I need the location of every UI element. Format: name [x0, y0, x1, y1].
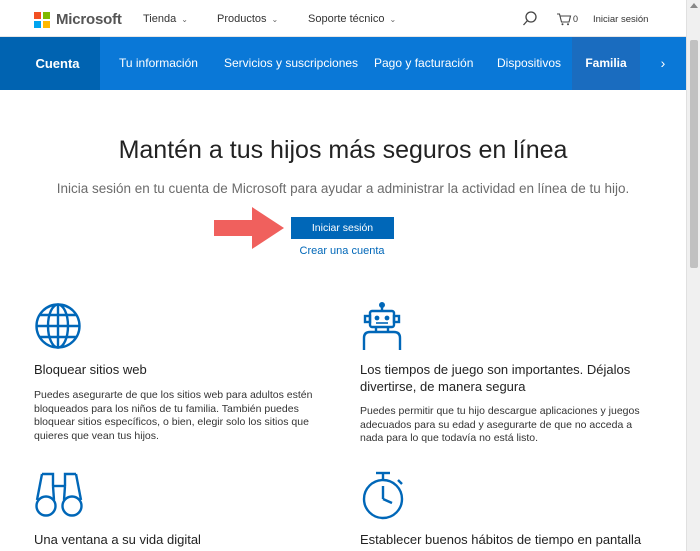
nav-soporte[interactable]: Soporte técnico ⌄ [308, 13, 396, 25]
signin-button[interactable]: Iniciar sesión [291, 217, 394, 239]
binoculars-icon [35, 472, 83, 517]
feature-title: Una ventana a su vida digital [34, 532, 201, 547]
chevron-down-icon: ⌄ [271, 14, 279, 24]
feature-description: Puedes permitir que tu hijo descargue ap… [360, 405, 640, 446]
top-header: Microsoft Tienda ⌄ Productos ⌄ Soporte t… [0, 0, 686, 37]
search-icon[interactable] [521, 10, 539, 28]
header-signin-link[interactable]: Iniciar sesión [593, 14, 648, 25]
brand-name: Microsoft [56, 11, 122, 28]
nav-label: Productos [217, 13, 267, 25]
feature-line: adecuados para su edad y asegurarte de q… [360, 418, 633, 431]
chevron-right-icon[interactable]: › [640, 37, 686, 90]
cart-count: 0 [573, 14, 579, 24]
tab-familia[interactable]: Familia [572, 37, 640, 90]
nav-tienda[interactable]: Tienda ⌄ [143, 13, 188, 25]
feature-line: quieres que vean tus hijos. [34, 429, 159, 442]
scroll-thumb[interactable] [690, 40, 698, 268]
chevron-down-icon: ⌄ [389, 14, 397, 24]
vertical-scrollbar[interactable] [686, 0, 700, 551]
tab-tu-informacion[interactable]: Tu información [119, 37, 198, 90]
stopwatch-icon [362, 471, 404, 520]
page-subtitle: Inicia sesión en tu cuenta de Microsoft … [56, 181, 630, 196]
cart-icon[interactable] [556, 12, 572, 26]
feature-line: bloqueados para los niños de tu familia.… [34, 402, 299, 415]
create-account-link[interactable]: Crear una cuenta [0, 245, 686, 257]
feature-title: Los tiempos de juego son importantes. Dé… [360, 361, 630, 395]
feature-title-line: divertirse, de manera segura [360, 379, 526, 394]
windows-logo-icon [34, 11, 50, 28]
feature-title-line: Los tiempos de juego son importantes. Dé… [360, 362, 631, 377]
feature-title: Bloquear sitios web [34, 362, 147, 377]
tab-pago[interactable]: Pago y facturación [374, 37, 473, 90]
account-nav: Cuenta Tu información Servicios y suscri… [0, 37, 686, 90]
globe-icon [35, 303, 81, 349]
feature-line: nada para lo que todavía no está listo. [360, 432, 539, 444]
tab-servicios[interactable]: Servicios y suscripciones [224, 37, 358, 90]
account-home-link[interactable]: Cuenta [0, 37, 100, 90]
robot-icon [362, 302, 402, 350]
nav-label: Soporte técnico [308, 13, 385, 25]
feature-description: Puedes asegurarte de que los sitios web … [34, 389, 312, 443]
page-title: Mantén a tus hijos más seguros en línea [118, 136, 568, 164]
feature-line: Puedes permitir que tu hijo descargue ap… [360, 405, 640, 417]
chevron-down-icon: ⌄ [181, 14, 188, 24]
scroll-up-arrow-icon[interactable] [690, 3, 698, 8]
nav-productos[interactable]: Productos ⌄ [217, 13, 278, 25]
create-account-label: Crear una cuenta [299, 245, 385, 257]
nav-label: Tienda [143, 13, 177, 25]
feature-line: Puedes asegurarte de que los sitios web … [34, 389, 313, 401]
feature-title: Establecer buenos hábitos de tiempo en p… [360, 532, 642, 547]
tab-dispositivos[interactable]: Dispositivos [497, 37, 561, 90]
feature-line: bloquear sitios específicos, o bien, ele… [34, 416, 309, 428]
microsoft-logo[interactable]: Microsoft [34, 11, 122, 28]
